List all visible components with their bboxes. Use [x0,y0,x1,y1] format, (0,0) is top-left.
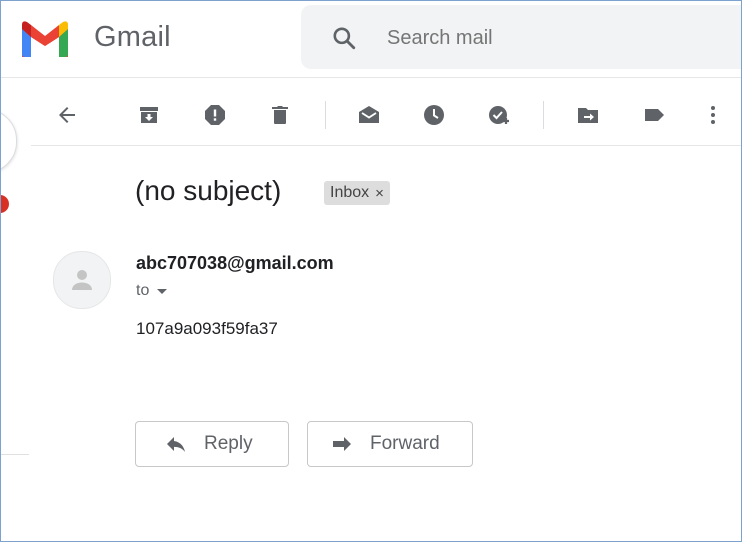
reply-label: Reply [204,433,253,454]
person-icon [72,270,92,290]
sender-email[interactable]: abc707038@gmail.com [136,253,334,274]
forward-button[interactable]: Forward [307,421,473,467]
compose-button[interactable] [1,109,17,173]
label-chip-text: Inbox [330,184,370,201]
top-bar: Gmail [1,1,741,78]
unread-badge [1,195,9,213]
more-vert-icon[interactable] [697,99,729,131]
search-bar[interactable] [301,5,741,69]
message-body: 107a9a093f59fa37 [136,319,278,338]
forward-arrow-icon [333,437,351,451]
delete-icon[interactable] [264,99,296,131]
label-icon[interactable] [638,99,670,131]
move-to-icon[interactable] [572,99,604,131]
back-arrow-icon[interactable] [51,99,83,131]
archive-icon[interactable] [133,99,165,131]
reply-arrow-icon [167,437,185,452]
sidebar-divider [1,454,29,455]
toolbar-divider [543,101,544,129]
avatar [53,251,111,309]
snooze-icon[interactable] [418,99,450,131]
report-spam-icon[interactable] [199,99,231,131]
search-icon[interactable] [331,25,357,51]
toolbar-divider [325,101,326,129]
gmail-logo[interactable] [18,19,72,57]
message-toolbar [31,85,741,146]
add-task-icon[interactable] [483,99,515,131]
recipient-label: to [136,282,150,299]
remove-label-icon[interactable]: × [375,185,384,202]
recipient-details[interactable]: to [136,282,168,300]
forward-label: Forward [370,433,440,454]
search-input[interactable] [385,24,709,52]
gmail-window: Gmail Search mail (no subject) Inbox × a… [0,0,742,542]
reply-button[interactable]: Reply [135,421,289,467]
mark-unread-icon[interactable] [353,99,385,131]
message-subject: (no subject) [135,175,282,206]
caret-down-icon[interactable] [157,288,168,294]
label-chip-inbox[interactable]: Inbox × [324,181,390,205]
app-name: Gmail [94,21,171,53]
